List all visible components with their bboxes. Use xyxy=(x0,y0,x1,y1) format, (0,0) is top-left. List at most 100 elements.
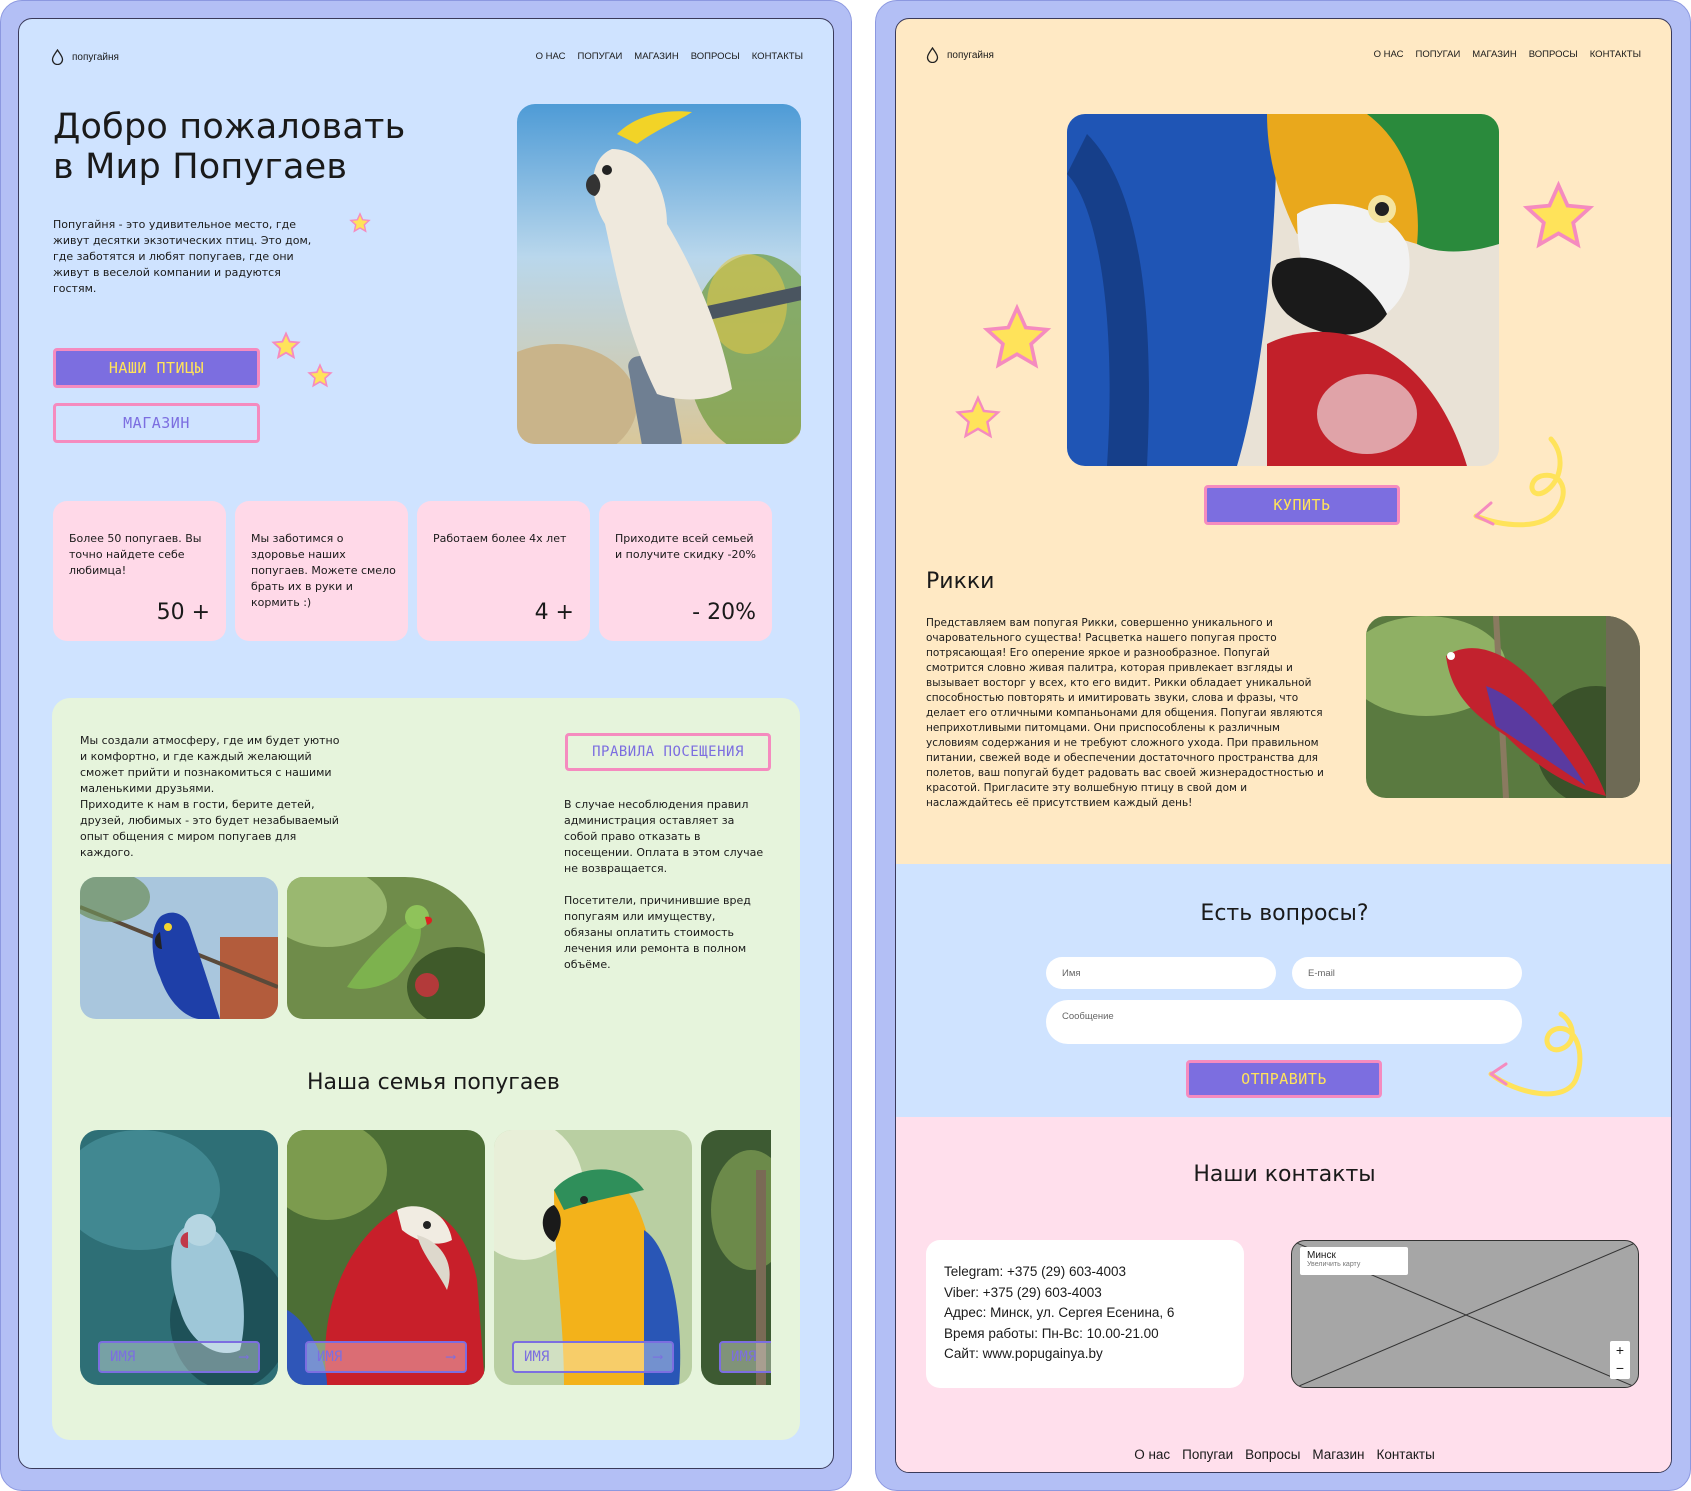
nav-shop[interactable]: МАГАЗИН xyxy=(634,51,678,62)
shop-button[interactable]: МАГАЗИН xyxy=(53,403,260,443)
send-button[interactable]: ОТПРАВИТЬ xyxy=(1186,1060,1382,1098)
email-field[interactable]: E-mail xyxy=(1292,957,1522,989)
logo[interactable]: попугайня xyxy=(51,49,119,65)
nav-parrots[interactable]: ПОПУГАИ xyxy=(1416,49,1461,60)
parrot-card[interactable]: ИМЯ ⟶ xyxy=(287,1130,485,1385)
brand-name: попугайня xyxy=(947,49,994,61)
zoom-in-button[interactable]: + xyxy=(1610,1341,1630,1359)
product-name: Рикки xyxy=(926,569,995,594)
stat-card: Мы заботимся о здоровье наших попугаев. … xyxy=(235,501,408,641)
star-icon xyxy=(1522,180,1595,249)
parrot-name-label: ИМЯ xyxy=(110,1349,136,1365)
about-text-1: Мы создали атмосферу, где им будет уютно… xyxy=(80,734,340,795)
map-zoom-control: + − xyxy=(1610,1341,1630,1379)
parrot-name-label: ИМЯ xyxy=(317,1349,343,1365)
product-page: попугайня О НАС ПОПУГАИ МАГАЗИН ВОПРОСЫ … xyxy=(895,18,1672,1473)
star-icon xyxy=(982,303,1052,369)
stat-text: Работаем более 4х лет xyxy=(433,532,567,545)
nav-contacts[interactable]: КОНТАКТЫ xyxy=(1590,49,1641,60)
product-description: Представляем вам попугая Рикки, совершен… xyxy=(926,617,1324,809)
star-icon xyxy=(307,363,333,388)
parrot-name-tag[interactable]: ИМЯ ⟶ xyxy=(98,1341,260,1373)
arrow-right-icon: ⟶ xyxy=(653,1349,662,1365)
drop-logo-icon xyxy=(926,47,939,63)
macaw-photo xyxy=(1067,114,1499,466)
star-icon xyxy=(349,212,371,233)
ringneck-parrot-photo xyxy=(287,877,485,1019)
hyacinth-macaw-photo xyxy=(80,877,278,1019)
parrot-card[interactable]: ИМЯ ⟶ xyxy=(494,1130,692,1385)
parrot-name-tag[interactable]: ИМЯ ⟶ xyxy=(305,1341,467,1373)
star-icon xyxy=(271,331,301,360)
brand-name: попугайня xyxy=(72,51,119,63)
stat-number: 4 + xyxy=(534,600,574,625)
family-title: Наша семья попугаев xyxy=(307,1070,560,1095)
footer-link-questions[interactable]: Вопросы xyxy=(1245,1447,1300,1462)
our-birds-button[interactable]: НАШИ ПТИЦЫ xyxy=(53,348,260,388)
logo[interactable]: попугайня xyxy=(926,47,994,63)
parrot-name-label: ИМЯ xyxy=(731,1349,757,1365)
parrot-name-label: ИМЯ xyxy=(524,1349,550,1365)
stat-text: Приходите всей семьей и получите скидку … xyxy=(615,532,756,561)
footer-link-about[interactable]: О нас xyxy=(1134,1447,1170,1462)
footer-link-parrots[interactable]: Попугаи xyxy=(1182,1447,1233,1462)
hero-title: Добро пожаловать в Мир Попугаев xyxy=(53,107,405,187)
star-icon xyxy=(955,395,1001,439)
arrow-right-icon: ⟶ xyxy=(446,1349,455,1365)
about-text-2: Приходите к нам в гости, берите детей, д… xyxy=(80,798,339,859)
parrot-name-tag[interactable]: ИМЯ ⟶ xyxy=(512,1341,674,1373)
drop-logo-icon xyxy=(51,49,64,65)
questions-section: Есть вопросы? Имя E-mail Сообщение ОТПРА… xyxy=(896,864,1671,1117)
buy-button[interactable]: КУПИТЬ xyxy=(1204,485,1400,525)
about-text: Мы создали атмосферу, где им будет уютно… xyxy=(80,733,350,861)
parrot-card[interactable]: ИМЯ xyxy=(701,1130,771,1385)
main-nav: О НАС ПОПУГАИ МАГАЗИН ВОПРОСЫ КОНТАКТЫ xyxy=(1374,49,1641,60)
contacts-title: Наши контакты xyxy=(1193,1162,1376,1187)
stat-number: - 20% xyxy=(692,600,756,625)
arrow-right-icon: ⟶ xyxy=(239,1349,248,1365)
hero-title-line1: Добро пожаловать xyxy=(53,107,406,147)
nav-about[interactable]: О НАС xyxy=(1374,49,1404,60)
rules-button[interactable]: ПРАВИЛА ПОСЕЩЕНИЯ xyxy=(565,733,771,771)
swirl-arrow-icon xyxy=(1473,436,1566,528)
map-city: Минск xyxy=(1307,1250,1336,1261)
map-placeholder[interactable]: Минск Увеличить карту + − xyxy=(1291,1240,1639,1388)
stat-text: Мы заботимся о здоровье наших попугаев. … xyxy=(251,532,396,609)
nav-shop[interactable]: МАГАЗИН xyxy=(1472,49,1516,60)
stat-card: Работаем более 4х лет 4 + xyxy=(417,501,590,641)
map-city-card: Минск Увеличить карту xyxy=(1300,1247,1408,1275)
nav-parrots[interactable]: ПОПУГАИ xyxy=(578,51,623,62)
nav-about[interactable]: О НАС xyxy=(536,51,566,62)
footer-link-shop[interactable]: Магазин xyxy=(1312,1447,1364,1462)
parrot-name-tag[interactable]: ИМЯ xyxy=(719,1341,771,1373)
nav-questions[interactable]: ВОПРОСЫ xyxy=(691,51,740,62)
rules-text-2: Посетители, причинившие вред попугаям ил… xyxy=(564,894,751,971)
parrot-card[interactable]: ИМЯ ⟶ xyxy=(80,1130,278,1385)
zoom-out-button[interactable]: − xyxy=(1610,1359,1630,1377)
hero-text: Попугайня - это удивительное место, где … xyxy=(53,218,312,295)
stat-card: Более 50 попугаев. Вы точно найдете себе… xyxy=(53,501,226,641)
stat-card: Приходите всей семьей и получите скидку … xyxy=(599,501,772,641)
nav-questions[interactable]: ВОПРОСЫ xyxy=(1529,49,1578,60)
stat-number: 50 + xyxy=(156,600,210,625)
questions-title: Есть вопросы? xyxy=(1200,901,1369,926)
hero-cockatoo-photo xyxy=(517,104,801,444)
contact-address: Адрес: Минск, ул. Сергея Есенина, 6 xyxy=(944,1305,1175,1320)
contacts-card: Telegram: +375 (29) 603-4003 Viber: +375… xyxy=(926,1240,1244,1388)
footer-nav: О нас Попугаи Вопросы Магазин Контакты xyxy=(896,1447,1671,1462)
message-field[interactable]: Сообщение xyxy=(1046,1000,1522,1044)
footer-link-contacts[interactable]: Контакты xyxy=(1376,1447,1434,1462)
nav-contacts[interactable]: КОНТАКТЫ xyxy=(752,51,803,62)
map-enlarge-link[interactable]: Увеличить карту xyxy=(1307,1261,1401,1268)
contacts-section: Наши контакты Telegram: +375 (29) 603-40… xyxy=(896,1117,1671,1472)
rules-text: В случае несоблюдения правил администрац… xyxy=(564,797,764,973)
name-field[interactable]: Имя xyxy=(1046,957,1276,989)
contact-telegram[interactable]: Telegram: +375 (29) 603-4003 xyxy=(944,1262,1226,1283)
contact-hours: Время работы: Пн-Вс: 10.00-21.00 xyxy=(944,1325,1159,1341)
contact-viber[interactable]: Viber: +375 (29) 603-4003 xyxy=(944,1283,1226,1304)
ricky-parrot-photo xyxy=(1366,616,1640,798)
hero-title-line2: в Мир Попугаев xyxy=(53,147,348,187)
stat-text: Более 50 попугаев. Вы точно найдете себе… xyxy=(69,532,202,577)
contact-website[interactable]: Сайт: www.popugainya.by xyxy=(944,1344,1226,1365)
main-nav: О НАС ПОПУГАИ МАГАЗИН ВОПРОСЫ КОНТАКТЫ xyxy=(536,51,803,62)
